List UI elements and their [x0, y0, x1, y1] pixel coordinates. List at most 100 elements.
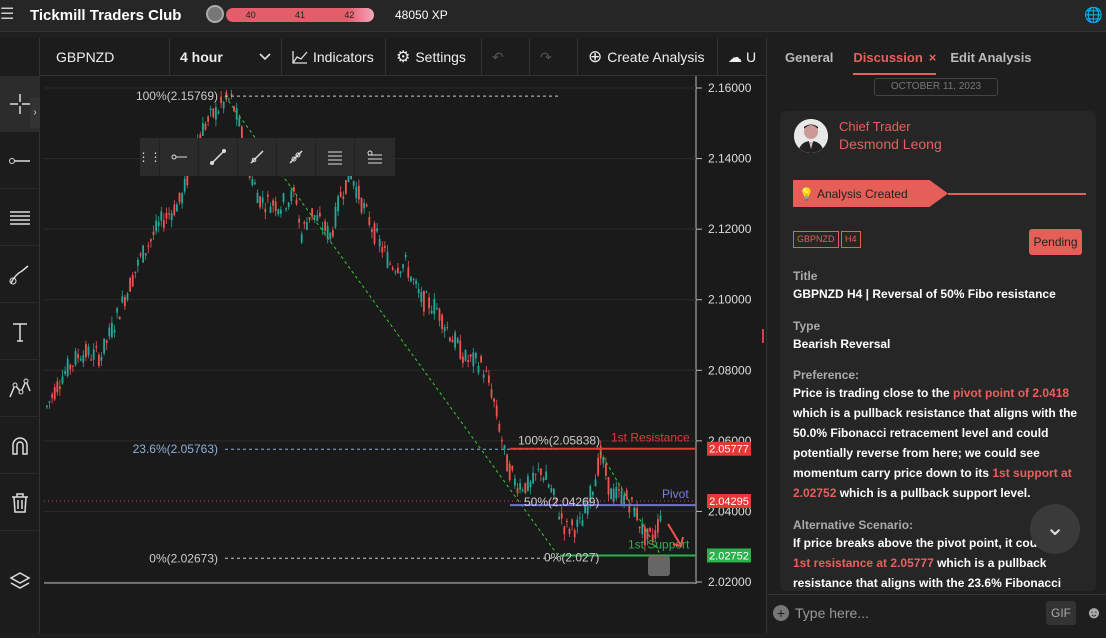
- candle-body: [550, 487, 553, 492]
- candle-body: [48, 401, 51, 403]
- candle-body: [111, 322, 113, 337]
- candle-body: [597, 457, 599, 476]
- candle-body: [282, 193, 285, 203]
- candle-body: [56, 381, 59, 393]
- candle-body: [511, 466, 514, 471]
- globe-icon[interactable]: 🌐: [1084, 6, 1103, 24]
- candle-body: [290, 190, 293, 202]
- chat-input[interactable]: Type here...: [795, 605, 869, 621]
- tab-discussion-label: Discussion: [853, 49, 923, 65]
- candle-body: [365, 204, 368, 207]
- candle-body: [407, 267, 410, 278]
- candle-body: [607, 477, 610, 495]
- candle-body: [566, 520, 568, 522]
- trash-icon[interactable]: [0, 475, 40, 531]
- candle-body: [147, 245, 150, 247]
- candle-body: [410, 276, 412, 282]
- candle-body: [503, 444, 506, 450]
- candle-body: [446, 327, 449, 329]
- emoji-icon[interactable]: ☻: [1085, 603, 1103, 623]
- candle-body: [329, 232, 332, 239]
- magnet-icon[interactable]: [0, 418, 40, 474]
- candle-body: [480, 356, 482, 363]
- candle-body: [610, 488, 612, 500]
- candle-body: [269, 206, 272, 213]
- create-analysis-label: Create Analysis: [607, 49, 705, 65]
- price-tick-label: 2.02000: [708, 575, 752, 589]
- candle-body: [209, 108, 212, 111]
- trend-line-icon[interactable]: [238, 138, 277, 176]
- candle-body: [87, 346, 90, 356]
- fibonacci-tool-icon[interactable]: [0, 190, 40, 246]
- candle-body: [529, 481, 532, 488]
- undo-button[interactable]: ↶: [482, 38, 530, 76]
- candle-body: [371, 229, 373, 233]
- tab-discussion[interactable]: Discussion ×: [853, 49, 937, 75]
- candle-body: [373, 223, 376, 244]
- candle-body: [165, 212, 168, 219]
- price-tick-label: 2.10000: [708, 293, 752, 307]
- candle-body: [157, 221, 160, 227]
- candle-body: [79, 358, 82, 361]
- candle-body: [285, 208, 287, 210]
- layers-icon[interactable]: [0, 553, 40, 609]
- candle-body: [92, 349, 95, 360]
- candle-body: [183, 178, 186, 192]
- candle-body: [339, 191, 342, 197]
- candle-body: [397, 267, 399, 273]
- indicators-button[interactable]: Indicators: [282, 38, 386, 76]
- candle-body: [300, 234, 303, 243]
- candle-body: [105, 340, 108, 344]
- tab-general[interactable]: General: [785, 50, 833, 65]
- candle-body: [521, 490, 524, 492]
- scroll-down-button[interactable]: ⌄: [1030, 504, 1080, 554]
- candle-body: [82, 354, 85, 363]
- candle-body: [638, 526, 641, 529]
- candle-body: [90, 359, 92, 361]
- indicators-icon: [292, 51, 308, 64]
- candle-body: [287, 202, 290, 208]
- menu-icon[interactable]: ☰: [0, 7, 16, 23]
- candle-body: [482, 374, 485, 378]
- upload-button[interactable]: ☁ U: [718, 38, 766, 76]
- pattern-tool-icon[interactable]: [0, 361, 40, 417]
- candle-body: [176, 204, 178, 212]
- parallel-channel-icon[interactable]: [316, 138, 355, 176]
- candle-body: [168, 213, 170, 215]
- candle-body: [131, 275, 134, 287]
- drag-handle-icon[interactable]: ⋮⋮: [138, 138, 162, 176]
- candle-body: [568, 529, 571, 534]
- settings-button[interactable]: ⚙ Settings: [386, 38, 482, 76]
- add-attachment-icon[interactable]: +: [773, 605, 789, 621]
- candle-body: [215, 107, 217, 120]
- candle-body: [295, 199, 298, 205]
- candle-body: [355, 186, 358, 198]
- fib-extension-icon[interactable]: [355, 138, 394, 176]
- candle-body: [95, 346, 98, 348]
- brush-tool-icon[interactable]: [0, 247, 40, 303]
- candle-body: [142, 245, 144, 263]
- gif-button[interactable]: GIF: [1046, 601, 1076, 625]
- redo-button[interactable]: ↷: [530, 38, 578, 76]
- expand-chevron-icon[interactable]: ›: [30, 98, 40, 128]
- candle-body: [256, 192, 259, 204]
- price-tick-label: 2.16000: [708, 81, 752, 95]
- candle-body: [66, 358, 69, 376]
- segment-tool-icon[interactable]: [199, 138, 238, 176]
- line-tool-icon[interactable]: [0, 133, 40, 189]
- timeframe-tag: H4: [841, 231, 861, 248]
- drawing-tools-popup: ⋮⋮: [138, 138, 395, 176]
- close-icon[interactable]: ×: [929, 50, 937, 65]
- text-tool-icon[interactable]: [0, 304, 40, 360]
- interval-selector[interactable]: 4 hour: [170, 38, 282, 76]
- candle-body: [69, 364, 72, 370]
- create-analysis-button[interactable]: ⊕ Create Analysis: [578, 38, 718, 76]
- tab-edit-analysis[interactable]: Edit Analysis: [950, 50, 1031, 65]
- candle-body: [605, 463, 607, 476]
- horizontal-line-icon[interactable]: [160, 138, 199, 176]
- symbol-selector[interactable]: GBPNZD: [40, 38, 170, 76]
- author-name[interactable]: Desmond Leong: [839, 136, 942, 152]
- candle-body: [389, 263, 391, 265]
- candle-body: [376, 228, 378, 232]
- ray-tool-icon[interactable]: [277, 138, 316, 176]
